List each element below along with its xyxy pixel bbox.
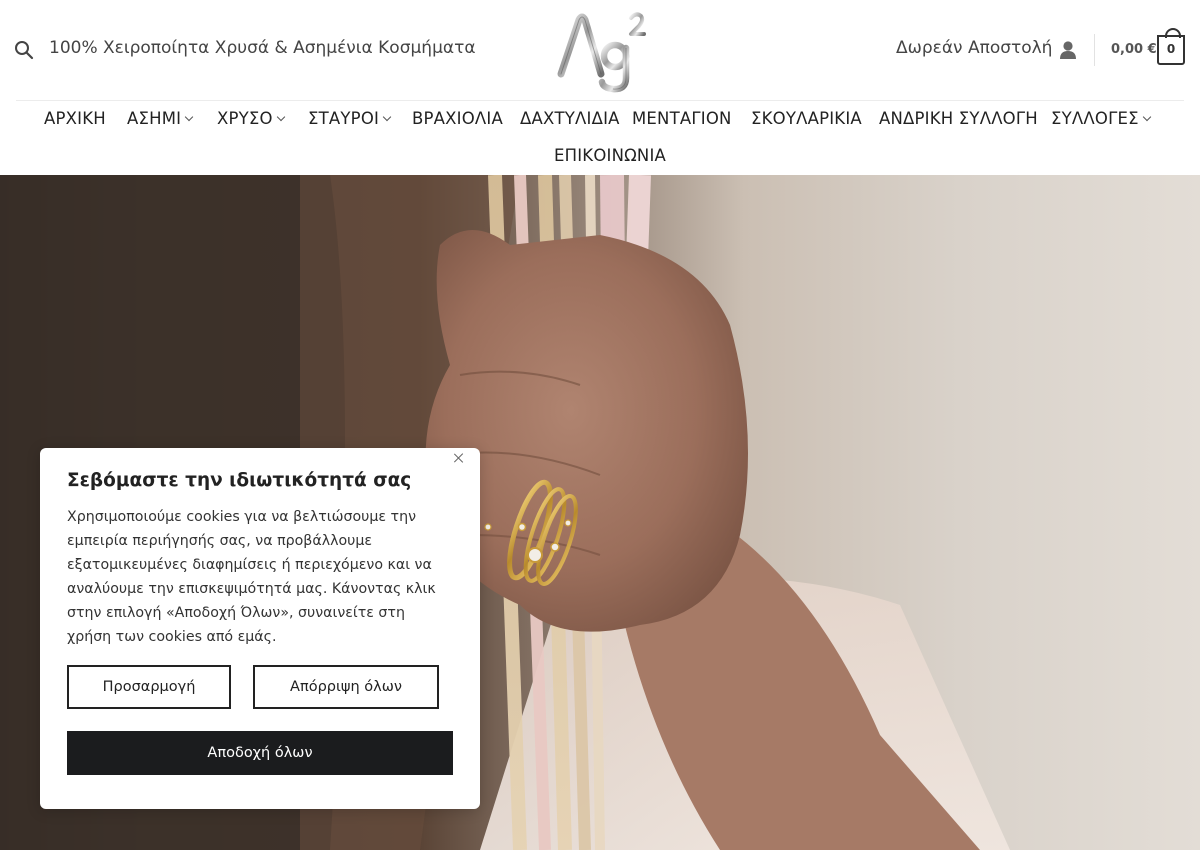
nav-item-pendants[interactable]: ΜΕΝΤΑΓΙΟΝ — [632, 109, 732, 128]
nav-item-label: ΣΥΛΛΟΓΕΣ — [1051, 109, 1139, 128]
shopping-bag-icon[interactable]: 0 — [1157, 28, 1185, 65]
nav-item-crosses[interactable]: ΣΤΑΥΡΟΙ — [308, 109, 392, 128]
close-icon[interactable] — [452, 451, 466, 465]
nav-item-collections[interactable]: ΣΥΛΛΟΓΕΣ — [1051, 109, 1151, 128]
cookie-title: Σεβόμαστε την ιδιωτικότητά σας — [67, 470, 412, 491]
site-header: 100% Χειροποίητα Χρυσά & Ασημένια Κοσμήμ… — [0, 0, 1200, 100]
nav-item-label: ΕΠΙΚΟΙΝΩΝΙΑ — [554, 146, 667, 165]
nav-item-label: ΣΤΑΥΡΟΙ — [308, 109, 380, 128]
nav-item-label: ΒΡΑΧΙΟΛΙΑ — [412, 109, 503, 128]
nav-item-label: ΜΕΝΤΑΓΙΟΝ — [632, 109, 732, 128]
reject-all-button[interactable]: Απόρριψη όλων — [253, 665, 439, 709]
search-icon[interactable] — [14, 40, 34, 60]
nav-item-earrings[interactable]: ΣΚΟΥΛΑΡΙΚΙΑ — [751, 109, 862, 128]
nav-item-label: ΔΑΧΤΥΛΙΔΙΑ — [520, 109, 620, 128]
accept-all-button[interactable]: Αποδοχή όλων — [67, 731, 453, 775]
nav-row: ΕΠΙΚΟΙΝΩΝΙΑ — [0, 146, 1200, 170]
cart-count: 0 — [1166, 42, 1176, 56]
nav-item-label: ΑΝΔΡΙΚΗ ΣΥΛΛΟΓΗ — [879, 109, 1038, 128]
free-shipping-text: Δωρεάν Αποστολή — [896, 38, 1053, 58]
customize-button[interactable]: Προσαρμογή — [67, 665, 231, 709]
cart-total[interactable]: 0,00 € — [1111, 42, 1157, 57]
nav-item-rings[interactable]: ΔΑΧΤΥΛΙΔΙΑ — [520, 109, 620, 128]
nav-item-label: ΣΚΟΥΛΑΡΙΚΙΑ — [751, 109, 862, 128]
nav-item-gold[interactable]: ΧΡΥΣΟ — [217, 109, 285, 128]
nav-item-home[interactable]: ΑΡΧΙΚΗ — [44, 109, 106, 128]
nav-item-bracelets[interactable]: ΒΡΑΧΙΟΛΙΑ — [412, 109, 503, 128]
cookie-description: Χρησιμοποιούμε cookies για να βελτιώσουμ… — [67, 509, 436, 645]
nav-item-label: ΑΣΗΜΙ — [127, 109, 182, 128]
chevron-down-icon — [382, 112, 392, 122]
main-navigation: ΑΡΧΙΚΗ ΑΣΗΜΙ ΧΡΥΣΟ ΣΤΑΥΡΟΙ ΒΡΑΧΙΟΛΙΑ ΔΑΧ… — [0, 101, 1200, 175]
nav-item-silver[interactable]: ΑΣΗΜΙ — [127, 109, 194, 128]
chevron-down-icon — [276, 112, 285, 122]
nav-item-label: ΑΡΧΙΚΗ — [44, 109, 106, 128]
nav-item-mens-collection[interactable]: ΑΝΔΡΙΚΗ ΣΥΛΛΟΓΗ — [879, 109, 1038, 128]
nav-item-contact[interactable]: ΕΠΙΚΟΙΝΩΝΙΑ — [554, 146, 666, 165]
nav-item-label: ΧΡΥΣΟ — [217, 109, 273, 128]
chevron-down-icon — [184, 112, 194, 122]
header-divider — [1094, 34, 1095, 66]
site-logo[interactable] — [553, 8, 649, 94]
chevron-down-icon — [1142, 112, 1151, 122]
user-icon[interactable] — [1058, 40, 1078, 60]
nav-row: ΑΡΧΙΚΗ ΑΣΗΜΙ ΧΡΥΣΟ ΣΤΑΥΡΟΙ ΒΡΑΧΙΟΛΙΑ ΔΑΧ… — [0, 109, 1200, 133]
header-tagline: 100% Χειροποίητα Χρυσά & Ασημένια Κοσμήμ… — [49, 38, 476, 58]
cookie-consent-dialog: Σεβόμαστε την ιδιωτικότητά σας Χρησιμοπο… — [40, 448, 480, 809]
